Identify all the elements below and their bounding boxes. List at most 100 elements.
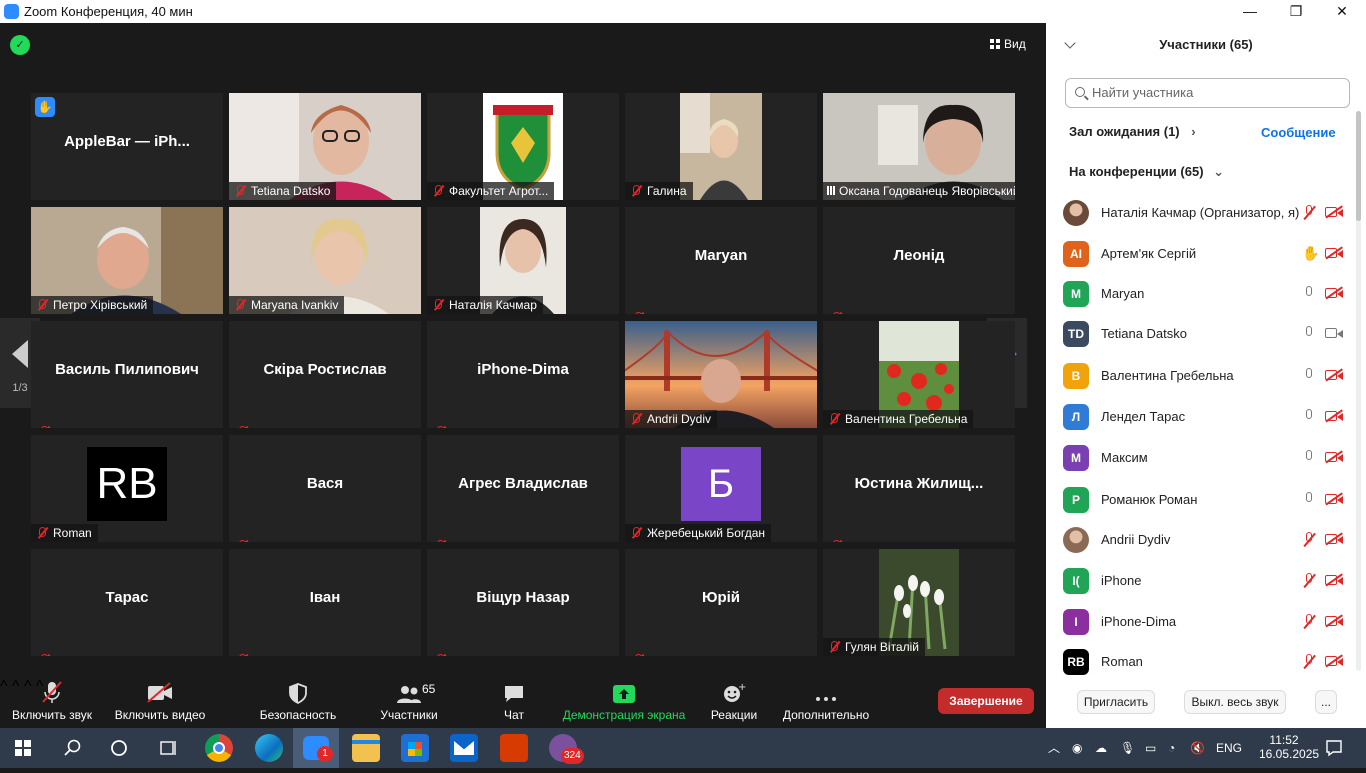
share-screen-button[interactable]: Демонстрация экрана	[558, 678, 690, 728]
video-off-icon[interactable]	[1325, 493, 1343, 505]
video-off-icon[interactable]	[1325, 533, 1343, 545]
video-off-icon[interactable]	[1325, 655, 1343, 667]
video-off-icon[interactable]	[1325, 410, 1343, 422]
participants-button[interactable]: 65 Участники	[376, 678, 442, 728]
participant-tile[interactable]: Юстина Жилищ...	[823, 435, 1015, 542]
video-off-icon[interactable]	[1325, 615, 1343, 627]
panel-more-button[interactable]: ...	[1315, 690, 1337, 714]
chat-button[interactable]: Чат	[496, 678, 532, 728]
participant-tile[interactable]: Оксана Годованець Яворівський НПП	[823, 93, 1015, 200]
file-explorer-icon[interactable]	[352, 734, 380, 762]
end-meeting-button[interactable]: Завершение	[938, 688, 1034, 714]
participant-tile[interactable]: Валентина Гребельна	[823, 321, 1015, 428]
participant-tile[interactable]: Петро Хірівський	[31, 207, 223, 314]
muted-mic-icon[interactable]	[1302, 614, 1316, 630]
muted-mic-icon[interactable]	[1302, 654, 1316, 670]
participant-row[interactable]: IiPhone-Dima	[1046, 602, 1366, 642]
onedrive-cloud-icon[interactable]: ☁	[1095, 728, 1107, 768]
participant-tile[interactable]: Maryana Ivankiv	[229, 207, 421, 314]
more-button[interactable]: Дополнительно	[778, 678, 874, 728]
participant-tile[interactable]: Скіра Ростислав	[229, 321, 421, 428]
participant-tile[interactable]: Andrii Dydiv	[625, 321, 817, 428]
mic-icon[interactable]	[1302, 492, 1316, 508]
participant-tile[interactable]: Факультет Агрот...	[427, 93, 619, 200]
battery-icon[interactable]: ▭	[1145, 728, 1156, 768]
cortana-icon[interactable]	[110, 739, 128, 757]
participant-tile[interactable]: Наталія Качмар	[427, 207, 619, 314]
mic-icon[interactable]	[1302, 450, 1316, 466]
wifi-icon[interactable]: ◔	[1168, 728, 1175, 768]
security-button[interactable]: Безопасность	[256, 678, 340, 728]
participant-row[interactable]: В Валентина Гребельна	[1046, 356, 1366, 396]
message-waiting-link[interactable]: Сообщение	[1261, 125, 1336, 140]
participant-tile[interactable]: Юрій	[625, 549, 817, 656]
task-view-icon[interactable]	[158, 739, 178, 757]
participant-tile[interactable]: Іван	[229, 549, 421, 656]
mail-icon[interactable]	[450, 734, 478, 762]
video-off-icon[interactable]	[1325, 451, 1343, 463]
minimize-button[interactable]: —	[1227, 0, 1273, 23]
video-off-icon[interactable]	[1325, 574, 1343, 586]
invite-button[interactable]: Пригласить	[1077, 690, 1155, 714]
participant-tile[interactable]: Тарас	[31, 549, 223, 656]
windows-start-icon[interactable]	[15, 740, 31, 756]
encryption-shield-icon[interactable]: ✓	[10, 35, 30, 55]
participant-list-scrollbar[interactable]	[1356, 111, 1361, 671]
tray-meet-icon[interactable]: ◉	[1072, 728, 1082, 768]
audio-options-chevron-icon[interactable]: ^	[0, 678, 8, 695]
participant-search-input[interactable]: Найти участника	[1065, 78, 1350, 108]
participant-row[interactable]: Наталія Качмар (Организатор, я)	[1046, 193, 1366, 233]
chrome-icon[interactable]	[205, 734, 233, 762]
notifications-icon[interactable]	[1325, 739, 1343, 757]
video-off-icon[interactable]	[1325, 206, 1343, 218]
close-button[interactable]: ✕	[1319, 0, 1365, 23]
language-indicator[interactable]: ENG	[1216, 728, 1242, 768]
edge-icon[interactable]	[255, 734, 283, 762]
video-icon[interactable]	[1325, 327, 1343, 339]
mic-icon[interactable]	[1302, 409, 1316, 425]
video-off-icon[interactable]	[1325, 287, 1343, 299]
participant-tile[interactable]: Агрес Владислав	[427, 435, 619, 542]
video-off-icon[interactable]	[1325, 369, 1343, 381]
participant-tile[interactable]: Галина	[625, 93, 817, 200]
participant-row[interactable]: М Максим	[1046, 438, 1366, 478]
mute-all-button[interactable]: Выкл. весь звук	[1184, 690, 1286, 714]
waiting-room-toggle[interactable]: Зал ожидания (1) ›	[1069, 124, 1196, 139]
video-off-icon[interactable]	[1325, 247, 1343, 259]
reactions-button[interactable]: + Реакции	[706, 678, 762, 728]
tray-overflow-chevron-icon[interactable]: ︿	[1048, 728, 1060, 768]
participant-row[interactable]: TD Tetiana Datsko	[1046, 314, 1366, 354]
participant-row[interactable]: Л Лендел Тарас	[1046, 397, 1366, 437]
participant-tile[interactable]: iPhone-Dima	[427, 321, 619, 428]
participant-row[interactable]: Р Романюк Роман	[1046, 480, 1366, 520]
participant-tile[interactable]: Вася	[229, 435, 421, 542]
store-icon[interactable]	[401, 734, 429, 762]
participant-row[interactable]: AI Артем'як Сергій ✋	[1046, 234, 1366, 274]
participant-tile[interactable]: Василь Пилипович	[31, 321, 223, 428]
participant-tile[interactable]: Леонід	[823, 207, 1015, 314]
muted-mic-icon[interactable]	[1302, 532, 1316, 548]
muted-mic-icon[interactable]	[1302, 573, 1316, 589]
mic-icon[interactable]	[1302, 368, 1316, 384]
viber-icon[interactable]: 324	[549, 734, 584, 764]
participant-tile[interactable]: Maryan	[625, 207, 817, 314]
search-taskbar-icon[interactable]	[64, 739, 82, 757]
restore-button[interactable]: ❐	[1273, 0, 1319, 23]
view-button[interactable]: Вид	[990, 33, 1038, 55]
unmute-button[interactable]: Включить звук	[8, 678, 96, 728]
participant-row[interactable]: Andrii Dydiv	[1046, 520, 1366, 560]
participant-row[interactable]: M Maryan	[1046, 274, 1366, 314]
microphone-tray-icon[interactable]: 🎙	[1120, 728, 1135, 768]
participant-tile[interactable]: Віщур Назар	[427, 549, 619, 656]
participant-row[interactable]: I(iPhone	[1046, 561, 1366, 601]
volume-muted-icon[interactable]: 🔇	[1190, 728, 1205, 768]
participant-tile[interactable]: AppleBar — iPh... ✋	[31, 93, 223, 200]
participant-tile[interactable]: Гулян Віталій	[823, 549, 1015, 656]
mic-icon[interactable]	[1302, 286, 1316, 302]
start-video-button[interactable]: Включить видео	[112, 678, 208, 728]
mic-icon[interactable]	[1302, 326, 1316, 342]
participant-row[interactable]: RB Roman	[1046, 642, 1366, 682]
office-icon[interactable]	[500, 734, 528, 762]
muted-mic-icon[interactable]	[1302, 205, 1316, 221]
participant-tile[interactable]: RB Roman	[31, 435, 223, 542]
